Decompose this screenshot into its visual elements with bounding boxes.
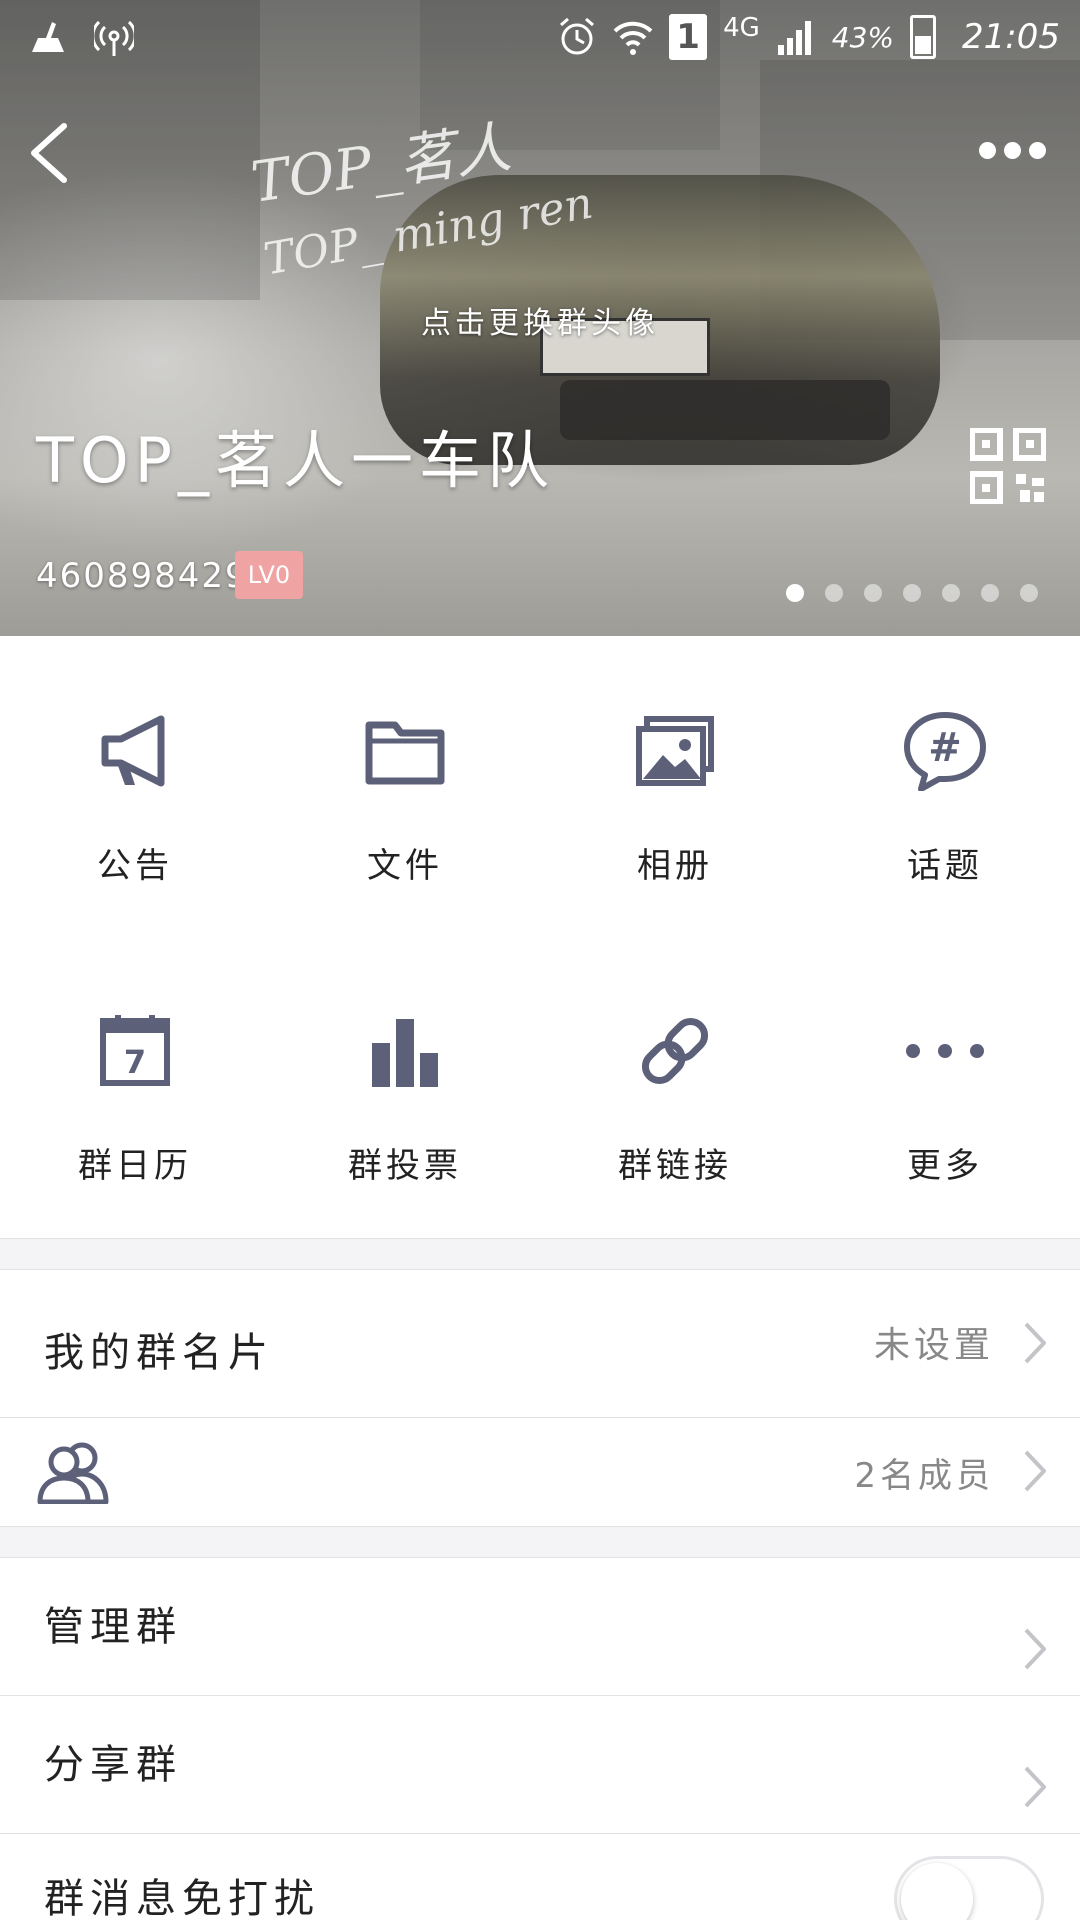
feature-topics[interactable]: # 话题	[810, 636, 1080, 936]
more-dot	[978, 141, 996, 159]
svg-text:#: #	[928, 725, 962, 771]
feature-calendar[interactable]: 7 群日历	[0, 936, 270, 1236]
row-value: 未设置	[873, 1325, 994, 1366]
feature-label: 群日历	[78, 1146, 192, 1186]
row-title: 群消息免打扰	[44, 1876, 320, 1920]
alarm-icon	[560, 17, 595, 55]
network-type: 4G	[723, 13, 760, 43]
back-arrow-icon[interactable]	[22, 118, 82, 188]
feature-album[interactable]: 相册	[540, 636, 810, 936]
hotspot-icon	[94, 20, 134, 56]
carousel-dot	[981, 584, 999, 602]
carousel-dot	[864, 584, 882, 602]
cleaner-icon	[32, 22, 64, 52]
carousel-dot	[903, 584, 921, 602]
carousel-dot	[786, 584, 804, 602]
more-dot	[1028, 141, 1046, 159]
carousel-dot	[825, 584, 843, 602]
feature-more[interactable]: 更多	[810, 936, 1080, 1236]
row-title: 分享群	[44, 1742, 182, 1788]
more-options-button[interactable]	[972, 130, 1052, 170]
feature-label: 群投票	[348, 1146, 462, 1186]
feature-grid: 公告 文件 相册 # 话题 7 群日历 群投票 群链接 更多	[0, 636, 1080, 1238]
chevron-right-icon	[1024, 1628, 1046, 1670]
row-mute-messages: 群消息免打扰	[0, 1834, 1080, 1920]
group-level-badge: LV0	[235, 551, 303, 599]
row-my-group-card[interactable]: 我的群名片 未设置	[0, 1270, 1080, 1418]
chevron-right-icon	[1024, 1450, 1046, 1492]
feature-files[interactable]: 文件	[270, 636, 540, 936]
feature-label: 群链接	[618, 1146, 732, 1186]
change-avatar-hint[interactable]: 点击更换群头像	[0, 298, 1080, 342]
more-dot	[1003, 141, 1021, 159]
more-dots-icon	[906, 1044, 984, 1058]
cover-carousel-indicator	[786, 584, 1038, 602]
group-id: 460898429	[36, 556, 249, 596]
folder-icon	[365, 721, 445, 785]
feature-link[interactable]: 群链接	[540, 936, 810, 1236]
megaphone-icon	[101, 715, 165, 787]
group-name: TOP_茗人一车队	[36, 424, 556, 497]
group-cover[interactable]: TOP_茗人 TOP_ ming ren 1 4G 43% 21:05 点击更换…	[0, 0, 1080, 636]
mute-toggle[interactable]	[894, 1856, 1044, 1920]
wifi-icon	[613, 21, 653, 55]
feature-announcement[interactable]: 公告	[0, 636, 270, 936]
feature-vote[interactable]: 群投票	[270, 936, 540, 1236]
feature-label: 文件	[367, 846, 443, 886]
row-value: 2名成员	[854, 1456, 994, 1496]
feature-label: 公告	[97, 846, 173, 886]
feature-label: 话题	[907, 846, 983, 886]
feature-label: 相册	[637, 846, 713, 886]
section-divider	[0, 1238, 1080, 1270]
sim-slot-indicator: 1	[669, 14, 708, 60]
album-icon	[636, 716, 714, 786]
topic-hash-icon: #	[904, 712, 986, 791]
toggle-knob	[901, 1863, 973, 1920]
chevron-right-icon	[1024, 1766, 1046, 1808]
battery-icon	[910, 15, 937, 59]
battery-percent: 43%	[831, 20, 895, 54]
bar-chart-icon	[372, 1019, 438, 1087]
svg-text:7: 7	[124, 1043, 146, 1081]
status-bar: 1 4G 43% 21:05	[0, 0, 1080, 78]
clock: 21:05	[962, 17, 1060, 57]
members-icon	[37, 1442, 109, 1504]
chevron-right-icon	[1024, 1322, 1046, 1364]
feature-label: 更多	[907, 1146, 983, 1186]
section-divider	[0, 1526, 1080, 1558]
row-manage-group[interactable]: 管理群	[0, 1558, 1080, 1696]
link-icon	[641, 1017, 709, 1085]
row-title: 我的群名片	[44, 1330, 274, 1376]
cover-car-grille	[560, 380, 890, 440]
signal-icon	[777, 21, 811, 55]
qr-code-icon[interactable]	[970, 428, 1046, 504]
row-share-group[interactable]: 分享群	[0, 1696, 1080, 1834]
row-members[interactable]: 2名成员	[0, 1418, 1080, 1526]
carousel-dot	[942, 584, 960, 602]
row-title: 管理群	[44, 1604, 182, 1650]
carousel-dot	[1020, 584, 1038, 602]
calendar-icon: 7	[100, 1015, 170, 1086]
